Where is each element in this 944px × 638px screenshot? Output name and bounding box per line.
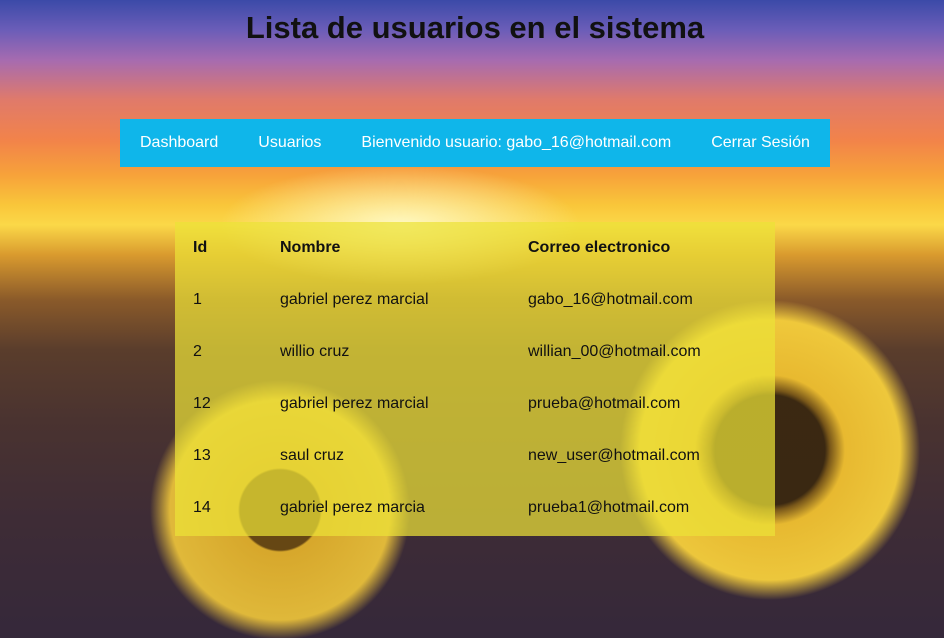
cell-id: 2 <box>193 343 202 360</box>
cell-email: gabo_16@hotmail.com <box>528 291 693 308</box>
header-email: Correo electronico <box>528 239 671 256</box>
table-row: 1 gabriel perez marcial gabo_16@hotmail.… <box>175 274 775 326</box>
header-name: Nombre <box>280 239 341 256</box>
table-row: 12 gabriel perez marcial prueba@hotmail.… <box>175 378 775 430</box>
top-navbar: Dashboard Usuarios Bienvenido usuario: g… <box>120 119 830 167</box>
cell-email: willian_00@hotmail.com <box>528 343 701 360</box>
cell-id: 12 <box>193 395 211 412</box>
table-row: 14 gabriel perez marcia prueba1@hotmail.… <box>175 482 775 534</box>
cell-email: prueba1@hotmail.com <box>528 499 690 516</box>
nav-link-usuarios[interactable]: Usuarios <box>258 134 321 152</box>
cell-id: 14 <box>193 499 211 516</box>
cell-name: gabriel perez marcia <box>280 499 425 516</box>
cell-name: willio cruz <box>280 343 350 360</box>
nav-link-dashboard[interactable]: Dashboard <box>140 134 218 152</box>
users-table: Id Nombre Correo electronico 1 gabriel p… <box>175 222 775 534</box>
table-row: 13 saul cruz new_user@hotmail.com <box>175 430 775 482</box>
cell-id: 1 <box>193 291 202 308</box>
cell-email: prueba@hotmail.com <box>528 395 681 412</box>
header-id: Id <box>193 239 208 256</box>
nav-welcome-text: Bienvenido usuario: gabo_16@hotmail.com <box>361 134 672 151</box>
cell-name: saul cruz <box>280 447 345 464</box>
table-header-row: Id Nombre Correo electronico <box>175 222 775 274</box>
cell-id: 13 <box>193 447 211 464</box>
table-row: 2 willio cruz willian_00@hotmail.com <box>175 326 775 378</box>
cell-name: gabriel perez marcial <box>280 291 429 308</box>
cell-name: gabriel perez marcial <box>280 395 429 412</box>
page-title: Lista de usuarios en el sistema <box>245 10 705 45</box>
nav-link-logout[interactable]: Cerrar Sesión <box>711 134 810 152</box>
users-table-panel: Id Nombre Correo electronico 1 gabriel p… <box>175 222 775 536</box>
cell-email: new_user@hotmail.com <box>528 447 700 464</box>
